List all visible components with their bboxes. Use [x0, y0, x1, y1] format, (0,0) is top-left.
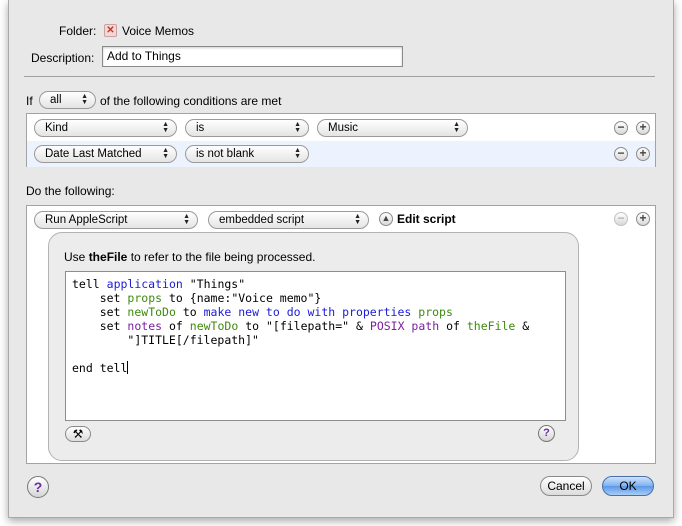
add-condition-button[interactable]: + [636, 121, 650, 135]
script-source-value: embedded script [219, 214, 305, 226]
script-hint-variable: theFile [88, 250, 128, 264]
conditions-suffix: of the following conditions are met [100, 94, 282, 108]
cancel-button[interactable]: Cancel [540, 476, 592, 496]
script-hint: Use theFile to refer to the file being p… [64, 250, 315, 264]
add-condition-button[interactable]: + [636, 147, 650, 161]
folder-value[interactable]: Voice Memos [122, 24, 194, 38]
script-editor[interactable]: tell application "Things" set props to {… [65, 271, 566, 421]
match-popup[interactable]: all ▲ ▼ [39, 91, 96, 109]
condition-attribute-value: Date Last Matched [45, 148, 142, 160]
actions-heading: Do the following: [26, 184, 115, 198]
match-popup-value: all [50, 94, 62, 106]
remove-condition-button[interactable]: − [614, 121, 628, 135]
condition-attribute-value: Kind [45, 122, 69, 134]
condition-value-value: Music [328, 122, 359, 134]
remove-action-button[interactable]: − [614, 212, 628, 226]
add-action-button[interactable]: + [636, 212, 650, 226]
action-popup-value: Run AppleScript [45, 214, 128, 226]
folder-icon: ✕ [104, 24, 117, 37]
conditions-list: Kind ▲ ▼ is ▲ ▼ Music ▲ ▼ − + Date Last Mat… [26, 113, 656, 167]
popup-arrows-icon: ▲ ▼ [453, 121, 460, 134]
popup-arrows-icon: ▲ ▼ [354, 213, 361, 226]
rule-edit-sheet: Folder: ✕ Voice Memos Description: Add t… [8, 0, 674, 518]
condition-attribute-popup[interactable]: Kind ▲ ▼ [34, 119, 177, 137]
ok-button[interactable]: OK [602, 476, 654, 496]
remove-condition-button[interactable]: − [614, 147, 628, 161]
condition-attribute-popup[interactable]: Date Last Matched ▲ ▼ [34, 145, 177, 163]
disclosure-up-icon[interactable]: ▲ [379, 212, 393, 226]
help-button[interactable]: ? [27, 476, 49, 498]
script-hint-suffix: to refer to the file being processed. [127, 250, 316, 264]
condition-value-popup[interactable]: Music ▲ ▼ [317, 119, 468, 137]
condition-operator-value: is not blank [196, 148, 255, 160]
separator [24, 76, 655, 77]
condition-row: Kind ▲ ▼ is ▲ ▼ Music ▲ ▼ − + [27, 115, 655, 141]
condition-operator-popup[interactable]: is ▲ ▼ [185, 119, 309, 137]
compile-button[interactable]: ⚒ [65, 426, 91, 442]
condition-operator-popup[interactable]: is not blank ▲ ▼ [185, 145, 309, 163]
popup-arrows-icon: ▲ ▼ [294, 121, 301, 134]
popup-arrows-icon: ▲ ▼ [294, 147, 301, 160]
popup-arrows-icon: ▲ ▼ [183, 213, 190, 226]
description-label: Description: [31, 51, 95, 65]
if-label: If [26, 94, 33, 108]
text-cursor [127, 361, 129, 374]
script-source-popup[interactable]: embedded script ▲ ▼ [208, 211, 369, 229]
script-hint-prefix: Use [64, 250, 89, 264]
action-popup[interactable]: Run AppleScript ▲ ▼ [34, 211, 198, 229]
condition-operator-value: is [196, 122, 205, 134]
popup-arrows-icon: ▲ ▼ [162, 147, 169, 160]
script-help-button[interactable]: ? [538, 425, 555, 442]
description-field[interactable]: Add to Things [102, 46, 403, 67]
condition-row: Date Last Matched ▲ ▼ is not blank ▲ ▼ − + [27, 141, 655, 167]
hammer-icon: ⚒ [72, 427, 84, 441]
edit-script-label[interactable]: Edit script [397, 212, 456, 226]
popup-arrows-icon: ▲ ▼ [162, 121, 169, 134]
folder-label: Folder: [59, 24, 97, 38]
popup-arrows-icon: ▲ ▼ [81, 93, 88, 106]
